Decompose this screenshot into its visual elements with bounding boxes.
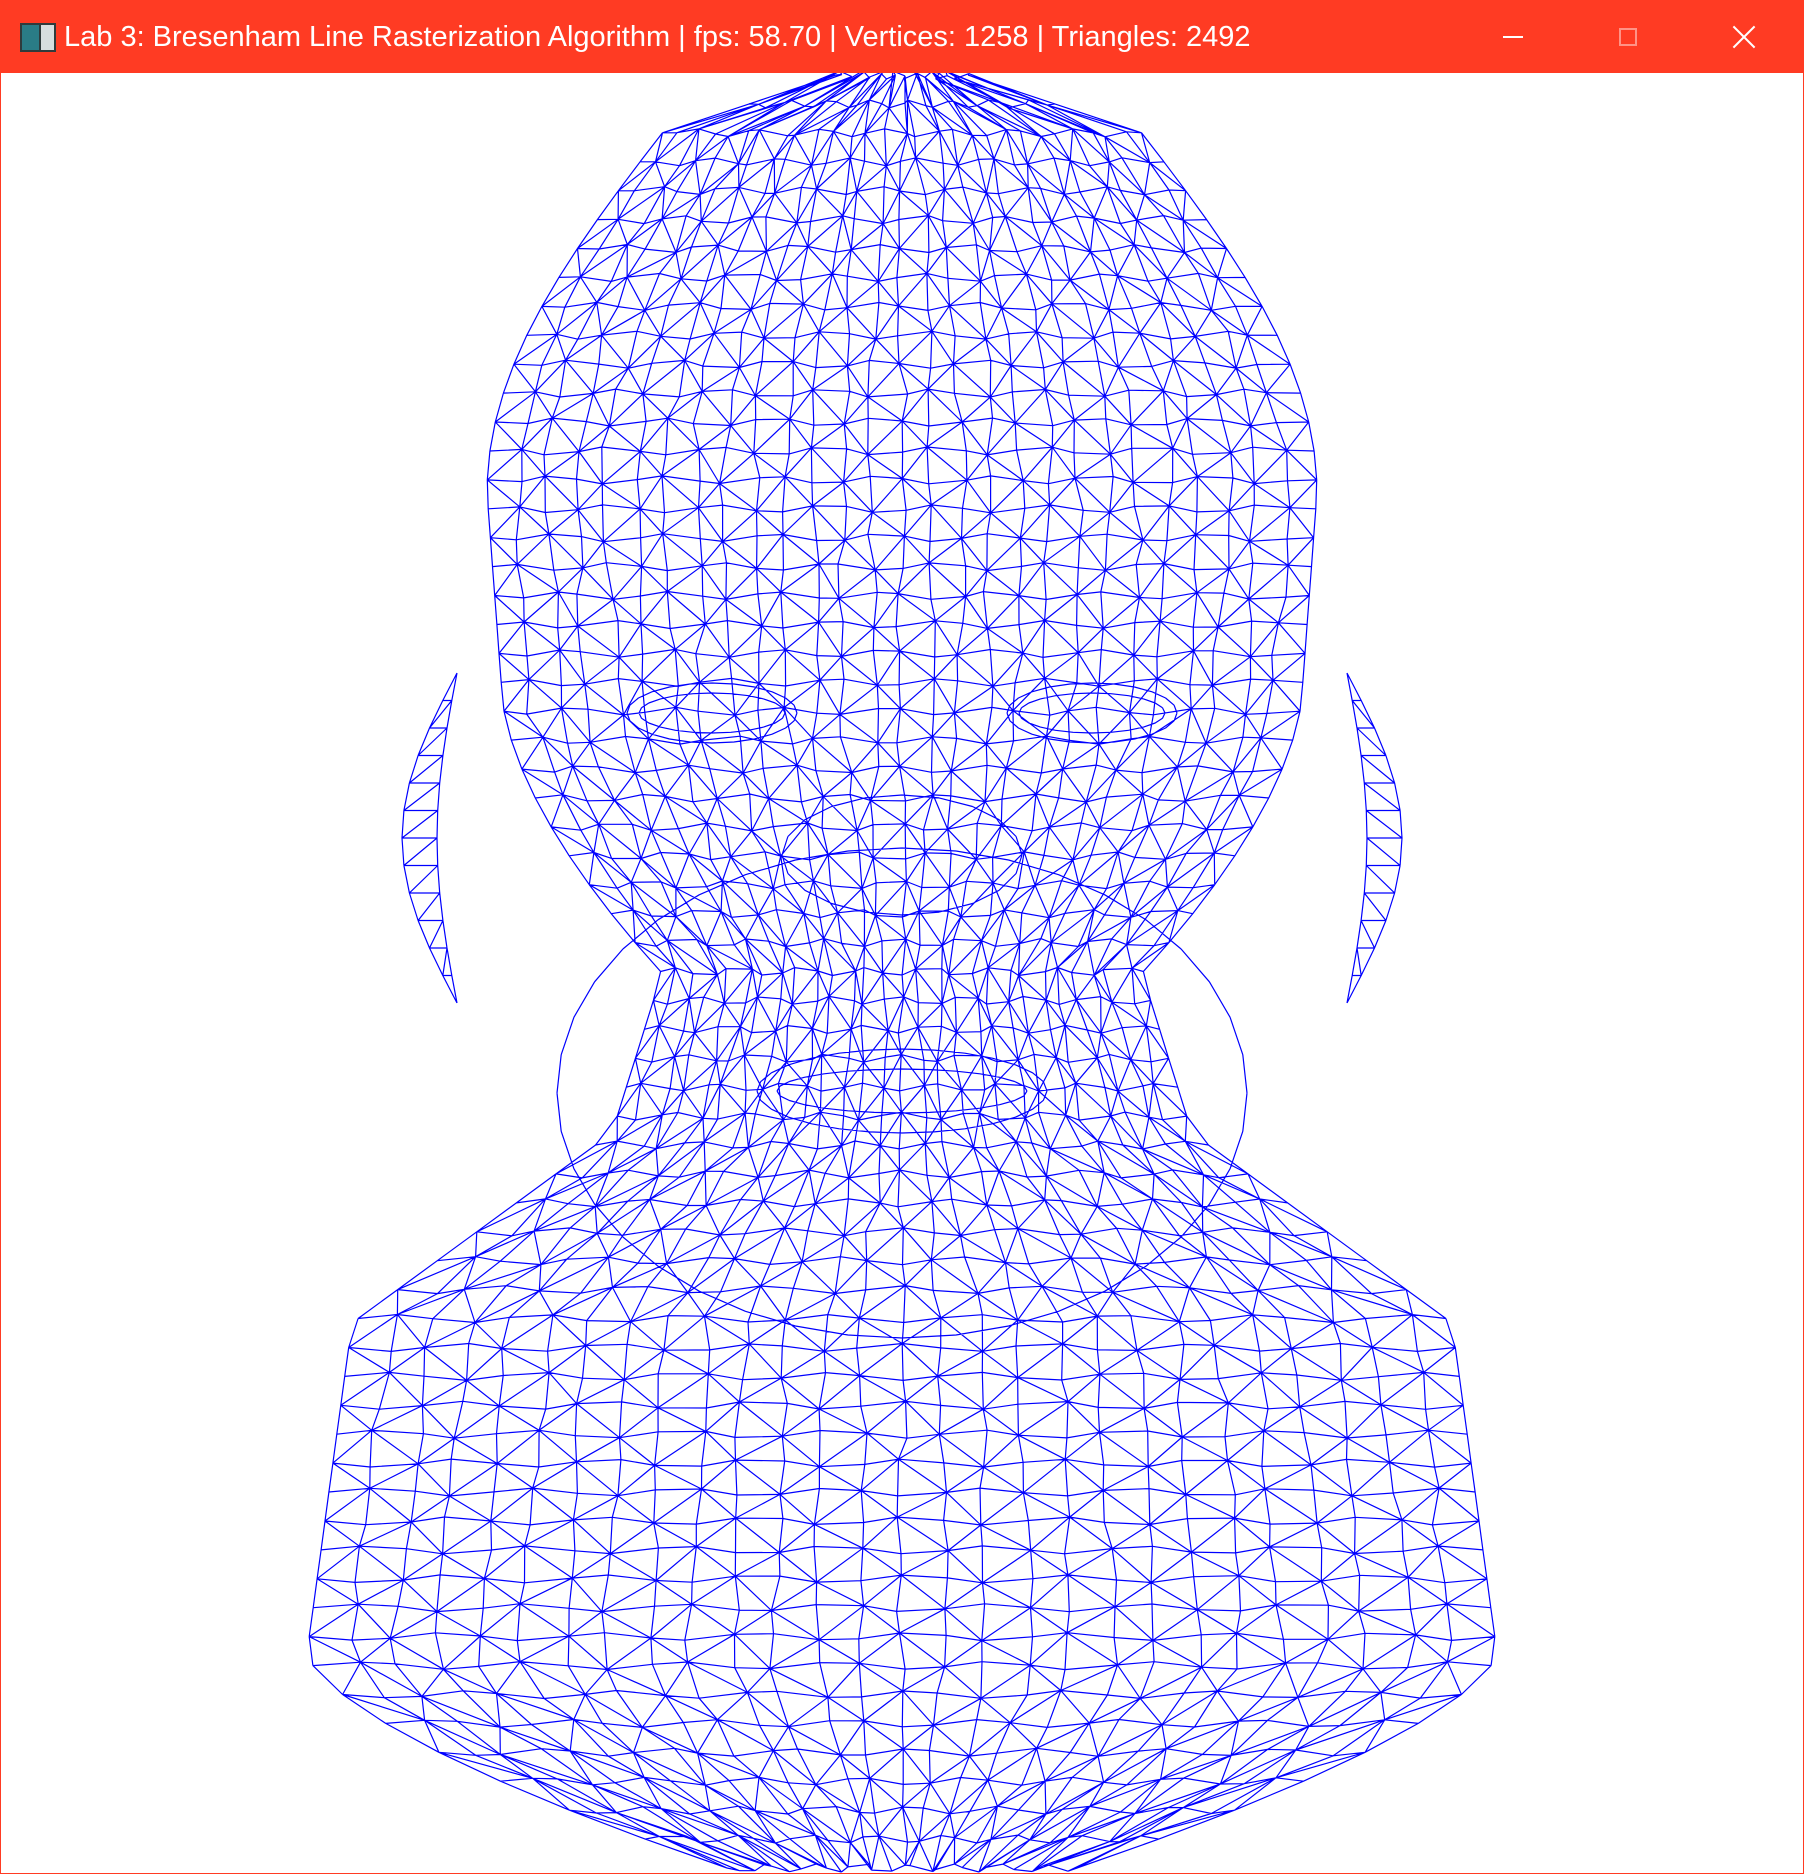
close-button[interactable] (1686, 1, 1802, 73)
close-icon (1732, 25, 1756, 49)
title-bar[interactable]: Lab 3: Bresenham Line Rasterization Algo… (1, 1, 1803, 73)
maximize-icon (1619, 28, 1637, 46)
wireframe-edges (308, 73, 1496, 1873)
maximize-button[interactable] (1570, 1, 1686, 73)
wireframe-lines (308, 73, 1496, 1873)
app-icon (20, 23, 56, 52)
app-window: Lab 3: Bresenham Line Rasterization Algo… (0, 0, 1804, 1874)
window-title: Lab 3: Bresenham Line Rasterization Algo… (64, 21, 1251, 53)
render-viewport[interactable] (1, 73, 1803, 1873)
wireframe-mesh (308, 73, 1496, 1873)
minimize-icon (1503, 36, 1523, 38)
minimize-button[interactable] (1455, 1, 1571, 73)
